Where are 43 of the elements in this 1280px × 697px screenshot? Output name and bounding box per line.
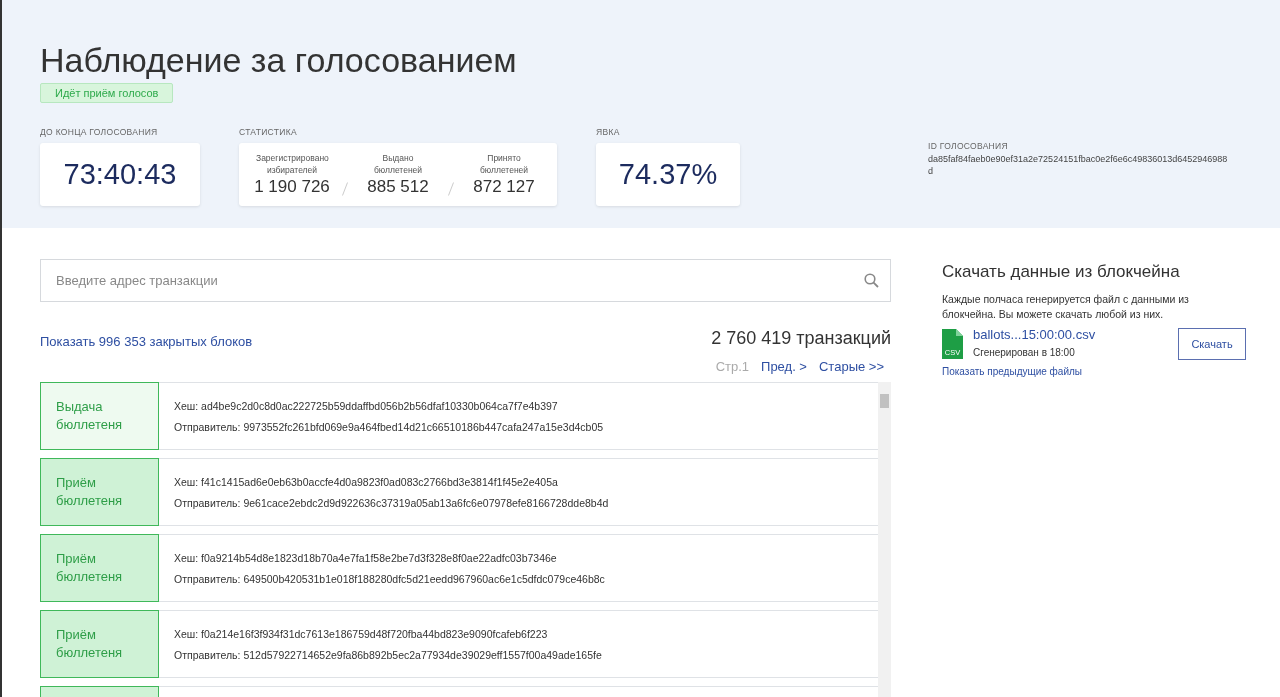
transaction-type: Приём бюллетеня — [40, 534, 159, 602]
scrollbar[interactable] — [878, 382, 891, 697]
statistics-label: СТАТИСТИКА — [239, 127, 298, 137]
older-page-link[interactable]: Старые >> — [818, 359, 884, 374]
transaction-type: Выдача бюллетеня — [40, 382, 159, 450]
previous-page-link[interactable]: Пред. > — [761, 359, 807, 374]
separator-slash — [448, 181, 454, 196]
voting-id-label: ID ГОЛОСОВАНИЯ — [928, 141, 1009, 151]
search-icon — [864, 273, 879, 288]
search-field[interactable]: Введите адрес транзакции — [40, 259, 891, 302]
page-title: Наблюдение за голосованием — [40, 40, 518, 81]
stat-value: 1 190 726 — [254, 177, 330, 197]
transaction-sender: Отправитель: 512d57922714652e9fa86b892b5ec2a77934de39029eff1557f00a49ade165fe — [174, 648, 602, 661]
transaction-hash: Хеш: f0a214e16f3f934f31dc7613e186759d48f720fba44bd823e9090fcafeb6f223 — [174, 627, 549, 640]
voting-id: da85faf84faeb0e90ef31a2e72524151fbac0e2f6e6c49836013d6452946988d — [928, 153, 1228, 177]
download-button[interactable]: Скачать — [1178, 327, 1246, 360]
transaction-hash: Хеш: ad4be9c2d0c8d0ac222725b59ddaffbd056b2b56dfaf10330b064ca7f7e4b397 — [174, 399, 559, 412]
transaction-sender: Отправитель: 9973552fc261bfd069e9a464fbed14d21c66510186b447cafa247a15e3d4cb05 — [174, 420, 604, 433]
file-link[interactable]: ballots...15:00:00.csv — [973, 327, 1178, 342]
status-badge: Идёт приём голосов — [40, 83, 174, 103]
stat-caption: Выдано бюллетеней — [372, 152, 424, 176]
stat-value: 885 512 — [367, 177, 429, 197]
stat-caption: Зарегистрировано избирателей — [256, 152, 328, 176]
transaction-count: 2 760 419 транзакций — [711, 328, 891, 349]
download-description: Каждые полчаса генерируется файл с данными из блокчейна. Вы можете скачать любой из них. — [942, 292, 1190, 322]
turnout-label: ЯВКА — [596, 127, 621, 137]
transaction-sender: Отправитель: 9e61cace2ebdc2d9d922636c37319a05ab13a6fc6e07978efe8166728dde8b4d — [174, 496, 609, 509]
countdown-label: ДО КОНЦА ГОЛОСОВАНИЯ — [40, 127, 159, 137]
stat-value: 872 127 — [473, 177, 535, 197]
transaction-type: Приём бюллетеня — [40, 610, 159, 678]
generated-time: Сгенерирован в 18:00 — [973, 347, 1075, 358]
transaction-hash: Хеш: f0a9214b54d8e1823d18b70a4e7fa1f58e2be7d3f328e8f0ae22adfc03b7346e — [174, 551, 558, 564]
transaction-hash: Хеш: f41c1415ad6e0eb63b0accfe4d0a9823f0ad083c2766bd3e3814f1f45e2e405a — [174, 475, 559, 488]
closed-blocks-link[interactable]: Показать 996 353 закрытых блоков — [40, 334, 253, 349]
transaction-sender: Отправитель: 649500b420531b1e018f188280dfc5d21eedd967960ac6e1c5dfdc079ce46b8c — [174, 572, 605, 585]
previous-files-link[interactable]: Показать предыдущие файлы — [942, 366, 1082, 377]
download-title: Скачать данные из блокчейна — [942, 262, 1181, 282]
turnout-value: 74.37% — [596, 143, 740, 206]
countdown-timer: 73:40:43 — [40, 143, 200, 206]
separator-slash — [342, 181, 348, 196]
stat-caption: Принято бюллетеней — [478, 152, 530, 176]
current-page: Стр.1 — [715, 359, 750, 374]
transaction-type: Приём бюллетеня — [40, 458, 159, 526]
